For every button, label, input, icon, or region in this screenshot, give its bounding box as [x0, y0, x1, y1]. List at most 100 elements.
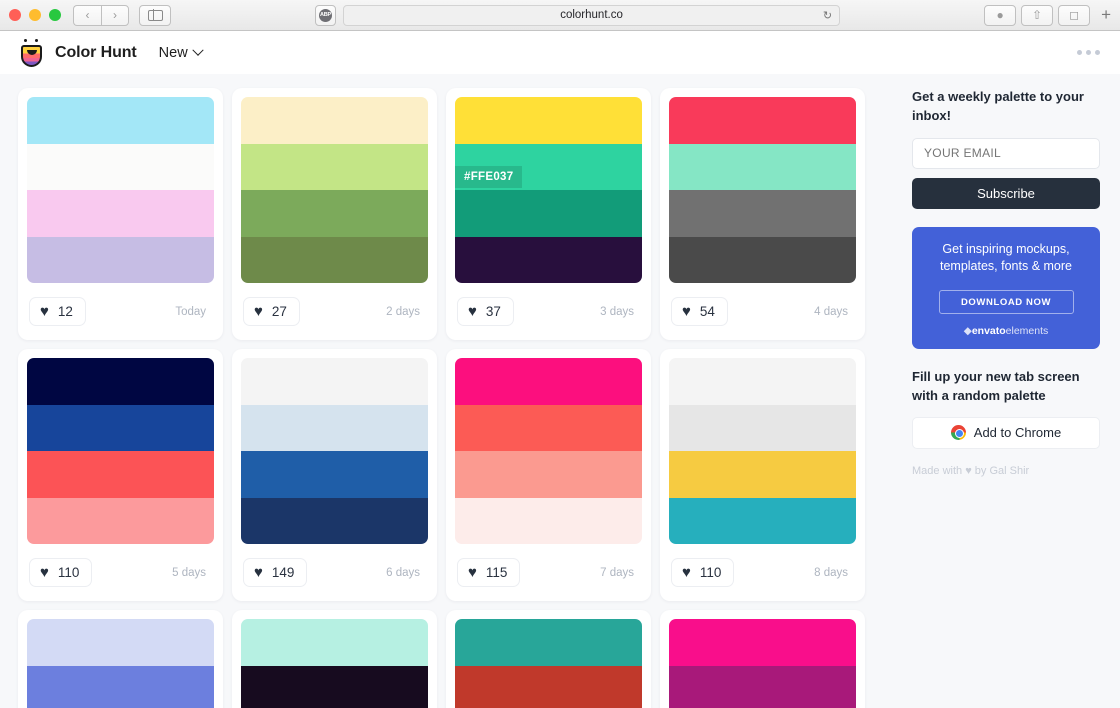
palette-swatch-4[interactable]: [241, 497, 428, 544]
like-count: 54: [699, 304, 715, 319]
chevron-down-icon: [192, 44, 204, 56]
palette-swatch-4[interactable]: [455, 236, 642, 283]
heart-icon: ♥: [254, 303, 263, 320]
like-button[interactable]: ♥ 54: [671, 297, 728, 326]
add-to-chrome-button[interactable]: Add to Chrome: [912, 416, 1100, 449]
page-body: ♥ 12 Today ♥ 27 2 days #FFE037 ♥ 37 3 days ♥ 54 4 da…: [0, 74, 1120, 708]
forward-button[interactable]: ›: [101, 4, 129, 26]
palette-swatch-2[interactable]: [669, 143, 856, 190]
palette-card[interactable]: ♥ 110 8 days: [660, 349, 865, 601]
palette-swatch-4[interactable]: [669, 236, 856, 283]
palette-card[interactable]: ♥ 27 2 days: [232, 88, 437, 340]
palette-card[interactable]: ♥ 115 7 days: [446, 349, 651, 601]
palette-swatch-2[interactable]: [241, 404, 428, 451]
palette-swatches: [669, 619, 856, 708]
like-button[interactable]: ♥ 110: [671, 558, 735, 587]
palette-card[interactable]: #FFE037 ♥ 37 3 days: [446, 88, 651, 340]
palette-swatches: [241, 358, 428, 544]
palette-swatch-3[interactable]: [241, 451, 428, 498]
sidebar: Get a weekly palette to your inbox! Subs…: [905, 74, 1120, 708]
more-dots-icon[interactable]: [1077, 50, 1100, 55]
like-button[interactable]: ♥ 115: [457, 558, 521, 587]
palette-card-footer: ♥ 110 8 days: [669, 544, 856, 601]
palette-swatch-3[interactable]: [455, 190, 642, 237]
maximize-window-button[interactable]: [49, 9, 61, 21]
like-button[interactable]: ♥ 149: [243, 558, 308, 587]
like-button[interactable]: ♥ 27: [243, 297, 300, 326]
window-controls: [9, 9, 61, 21]
palette-swatch-3[interactable]: [27, 451, 214, 498]
palette-swatch-3[interactable]: [241, 190, 428, 237]
palette-swatch-2[interactable]: [455, 665, 642, 708]
show-tabs-button[interactable]: ◻: [1058, 4, 1091, 26]
like-button[interactable]: ♥ 110: [29, 558, 93, 587]
palette-swatch-3[interactable]: [455, 451, 642, 498]
palette-swatch-4[interactable]: [27, 236, 214, 283]
palette-swatch-4[interactable]: [455, 497, 642, 544]
palette-swatch-3[interactable]: [669, 190, 856, 237]
brand-home-link[interactable]: Color Hunt: [18, 38, 137, 67]
palette-swatch-4[interactable]: [241, 236, 428, 283]
palette-card[interactable]: [446, 610, 651, 708]
palette-swatch-3[interactable]: [27, 190, 214, 237]
new-tab-button[interactable]: +: [1101, 5, 1111, 25]
palette-card[interactable]: ♥ 110 5 days: [18, 349, 223, 601]
palette-swatch-1[interactable]: [27, 358, 214, 405]
logo-body: [21, 45, 42, 67]
brand-name: Color Hunt: [55, 43, 137, 61]
palette-swatch-1[interactable]: [455, 97, 642, 144]
palette-swatch-2[interactable]: [669, 404, 856, 451]
palette-card-footer: ♥ 37 3 days: [455, 283, 642, 340]
palette-card-footer: ♥ 115 7 days: [455, 544, 642, 601]
nav-sort-dropdown[interactable]: New: [158, 44, 204, 61]
palette-swatch-1[interactable]: [455, 619, 642, 666]
palette-swatch-2[interactable]: [455, 404, 642, 451]
nav-sort-label: New: [158, 44, 188, 61]
like-button[interactable]: ♥ 37: [457, 297, 514, 326]
palette-swatch-2[interactable]: [27, 143, 214, 190]
download-now-button[interactable]: DOWNLOAD NOW: [938, 290, 1074, 315]
share-button[interactable]: ⇧: [1021, 4, 1054, 26]
reload-icon[interactable]: ↻: [823, 9, 832, 22]
like-button[interactable]: ♥ 12: [29, 297, 86, 326]
palette-card[interactable]: [232, 610, 437, 708]
palette-swatch-1[interactable]: [669, 619, 856, 666]
heart-icon: ♥: [40, 564, 49, 581]
palette-swatch-2[interactable]: [27, 404, 214, 451]
palette-swatch-4[interactable]: [669, 497, 856, 544]
palette-swatch-1[interactable]: [669, 358, 856, 405]
palette-age: Today: [175, 305, 206, 318]
promo-card[interactable]: Get inspiring mockups, templates, fonts …: [912, 226, 1100, 350]
palette-swatch-2[interactable]: [241, 665, 428, 708]
palette-swatch-1[interactable]: [455, 358, 642, 405]
palette-card[interactable]: [660, 610, 865, 708]
palette-swatch-2[interactable]: [27, 665, 214, 708]
palette-swatch-2[interactable]: [669, 665, 856, 708]
palette-age: 4 days: [814, 305, 848, 318]
email-field[interactable]: [912, 137, 1100, 169]
downloads-button[interactable]: ●: [984, 4, 1017, 26]
sidebar-toggle-button[interactable]: [139, 4, 171, 26]
palette-swatch-1[interactable]: [241, 358, 428, 405]
navigation-buttons: ‹ ›: [73, 4, 129, 26]
palette-swatch-1[interactable]: [241, 97, 428, 144]
palette-swatch-1[interactable]: [669, 97, 856, 144]
palette-swatch-2[interactable]: [241, 143, 428, 190]
subscribe-button[interactable]: Subscribe: [912, 177, 1100, 209]
back-button[interactable]: ‹: [73, 4, 101, 26]
close-window-button[interactable]: [9, 9, 21, 21]
palette-card[interactable]: ♥ 149 6 days: [232, 349, 437, 601]
palette-swatch-1[interactable]: [27, 97, 214, 144]
palette-swatch-1[interactable]: [27, 619, 214, 666]
palette-swatch-4[interactable]: [27, 497, 214, 544]
palette-card[interactable]: [18, 610, 223, 708]
palette-swatch-3[interactable]: [669, 451, 856, 498]
palette-swatch-1[interactable]: [241, 619, 428, 666]
logo-eye-left: [24, 39, 28, 43]
palette-card[interactable]: ♥ 54 4 days: [660, 88, 865, 340]
palette-card[interactable]: ♥ 12 Today: [18, 88, 223, 340]
like-count: 115: [485, 565, 508, 580]
address-bar[interactable]: colorhunt.co ↻: [343, 4, 841, 26]
adblock-button[interactable]: ABP: [315, 4, 337, 26]
minimize-window-button[interactable]: [29, 9, 41, 21]
